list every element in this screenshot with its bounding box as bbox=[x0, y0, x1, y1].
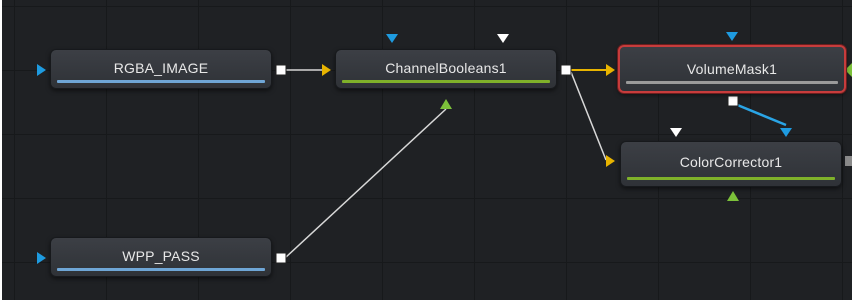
flow-canvas[interactable]: RGBA_IMAGE ChannelBooleans1 VolumeMask1 … bbox=[0, 0, 852, 300]
channelbooleans-effect-mask-input-icon[interactable] bbox=[386, 34, 398, 43]
wpp-output-port-icon[interactable] bbox=[275, 252, 287, 264]
node-channelbooleans1[interactable]: ChannelBooleans1 bbox=[335, 49, 557, 89]
node-status-bar bbox=[57, 268, 265, 271]
volumemask-input-port-icon[interactable] bbox=[606, 64, 615, 76]
node-label: RGBA_IMAGE bbox=[113, 60, 209, 76]
channelbooleans-mask-input-icon[interactable] bbox=[440, 99, 452, 109]
node-wpp-pass[interactable]: WPP_PASS bbox=[50, 237, 272, 277]
node-volumemask1[interactable]: VolumeMask1 bbox=[618, 45, 846, 93]
colorcorrector-mask-input-icon[interactable] bbox=[727, 191, 739, 201]
volumemask-effect-mask-input-icon[interactable] bbox=[726, 32, 738, 41]
node-status-bar bbox=[627, 177, 835, 180]
colorcorrector-foreground-input-icon[interactable] bbox=[670, 128, 682, 137]
link-volumemask-to-colorcorrector[interactable] bbox=[734, 102, 787, 127]
node-status-bar bbox=[626, 81, 838, 84]
node-colorcorrector1[interactable]: ColorCorrector1 bbox=[620, 141, 842, 187]
node-label: ColorCorrector1 bbox=[679, 154, 783, 170]
colorcorrector-effect-mask-input-icon[interactable] bbox=[780, 128, 792, 137]
node-rgba-image[interactable]: RGBA_IMAGE bbox=[50, 49, 272, 89]
node-label: ChannelBooleans1 bbox=[385, 60, 507, 76]
colorcorrector-input-port-icon[interactable] bbox=[606, 155, 615, 167]
link-wpp-to-channelbooleans[interactable] bbox=[284, 108, 447, 259]
wpp-input-port-icon[interactable] bbox=[37, 252, 46, 264]
channelbooleans-foreground-input-icon[interactable] bbox=[497, 34, 509, 43]
link-channelbooleans-to-colorcorrector[interactable] bbox=[570, 71, 607, 161]
node-label: WPP_PASS bbox=[122, 248, 200, 264]
rgba-input-port-icon[interactable] bbox=[37, 64, 46, 76]
volumemask-right-input-icon[interactable] bbox=[845, 63, 852, 77]
node-label: VolumeMask1 bbox=[686, 61, 778, 77]
colorcorrector-output-port-icon[interactable] bbox=[845, 156, 852, 166]
channelbooleans-background-input-icon[interactable] bbox=[322, 64, 331, 76]
node-status-bar bbox=[57, 80, 265, 83]
node-status-bar bbox=[342, 80, 550, 83]
channelbooleans-output-port-icon[interactable] bbox=[560, 64, 572, 76]
rgba-output-port-icon[interactable] bbox=[275, 64, 287, 76]
volumemask-output-port-icon[interactable] bbox=[727, 95, 739, 107]
